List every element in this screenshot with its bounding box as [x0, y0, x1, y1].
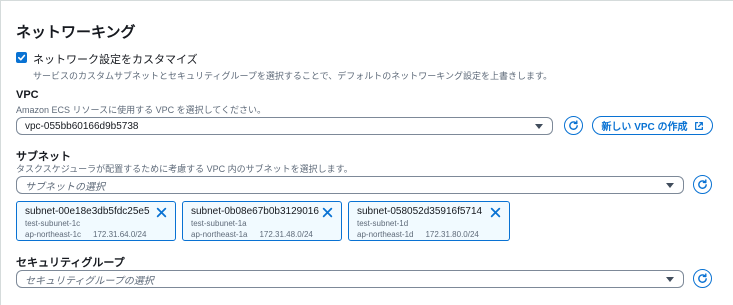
section-title: ネットワーキング [16, 24, 136, 41]
refresh-icon [569, 120, 578, 130]
subnet-token-cidr: 172.31.48.0/24 [259, 230, 313, 239]
subnet-token-cidr: 172.31.64.0/24 [93, 230, 147, 239]
subnet-token-az: ap-northeast-1d [357, 230, 414, 239]
vpc-label: VPC [16, 89, 39, 101]
caret-down-icon [666, 182, 674, 188]
panel-top-border [0, 0, 733, 1]
subnet-token-name: test-subnet-1d [357, 219, 409, 228]
close-icon[interactable] [490, 207, 501, 218]
subnets-select[interactable]: サブネットの選択 [16, 176, 684, 194]
refresh-icon [698, 273, 707, 283]
caret-down-icon [666, 276, 674, 282]
subnet-token: subnet-00e18e3db5fdc25e5 test-subunet-1c… [16, 201, 176, 241]
subnet-token-id: subnet-00e18e3db5fdc25e5 [25, 206, 150, 217]
close-icon[interactable] [156, 207, 167, 218]
security-groups-refresh-button[interactable] [693, 269, 712, 288]
subnet-token-az: ap-northeast-1c [25, 230, 82, 239]
subnet-token-name: test-subunet-1a [191, 219, 247, 228]
vpc-refresh-button[interactable] [564, 116, 583, 135]
create-vpc-button[interactable]: 新しい VPC の作成 [592, 116, 713, 135]
panel-left-border [0, 0, 1, 305]
customize-network-option[interactable]: ネットワーク設定をカスタマイズ サービスのカスタムサブネットとセキュリティグルー… [16, 51, 552, 82]
security-groups-label: セキュリティグループ [16, 257, 125, 269]
customize-network-description: サービスのカスタムサブネットとセキュリティグループを選択することで、デフォルトの… [33, 71, 553, 81]
subnet-token-name: test-subunet-1c [25, 219, 81, 228]
subnets-select-placeholder: サブネットの選択 [25, 181, 105, 193]
vpc-select-value: vpc-055bb60166d9b5738 [25, 120, 139, 132]
customize-network-label: ネットワーク設定をカスタマイズ [33, 54, 198, 66]
subnet-token-az: ap-northeast-1a [191, 230, 248, 239]
security-groups-select[interactable]: セキュリティグループの選択 [16, 270, 684, 288]
check-icon [17, 54, 26, 61]
subnet-token-id: subnet-058052d35916f5714 [357, 206, 483, 217]
create-vpc-button-label: 新しい VPC の作成 [601, 122, 688, 133]
subnet-token-id: subnet-0b08e67b0b3129016 [191, 206, 319, 217]
subnet-token: subnet-0b08e67b0b3129016 test-subunet-1a… [182, 201, 342, 241]
close-icon[interactable] [322, 207, 333, 218]
security-groups-select-placeholder: セキュリティグループの選択 [25, 275, 154, 287]
subnets-refresh-button[interactable] [693, 175, 712, 194]
subnet-token-cidr: 172.31.80.0/24 [425, 230, 479, 239]
refresh-icon [698, 179, 707, 189]
subnets-description: タスクスケジューラが配置するために考慮する VPC 内のサブネットを選択します。 [16, 164, 353, 174]
vpc-select[interactable]: vpc-055bb60166d9b5738 [16, 117, 553, 135]
caret-down-icon [535, 123, 543, 129]
subnet-token: subnet-058052d35916f5714 test-subnet-1d … [348, 201, 510, 241]
external-link-icon [694, 121, 703, 130]
customize-network-checkbox[interactable] [16, 52, 27, 63]
vpc-description: Amazon ECS リソースに使用する VPC を選択してください。 [16, 105, 267, 115]
